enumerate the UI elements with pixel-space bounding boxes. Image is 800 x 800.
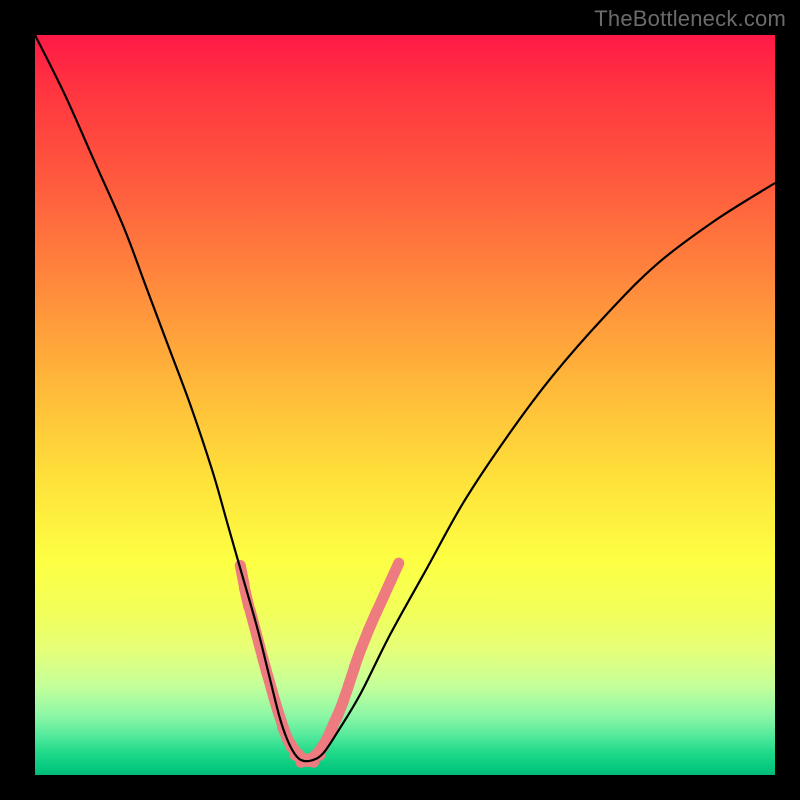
bottleneck-curve — [35, 35, 775, 761]
plot-area — [35, 35, 775, 775]
marker-dash — [391, 563, 399, 581]
chart-stage: TheBottleneck.com — [0, 0, 800, 800]
watermark-text: TheBottleneck.com — [594, 6, 786, 32]
chart-svg — [35, 35, 775, 775]
